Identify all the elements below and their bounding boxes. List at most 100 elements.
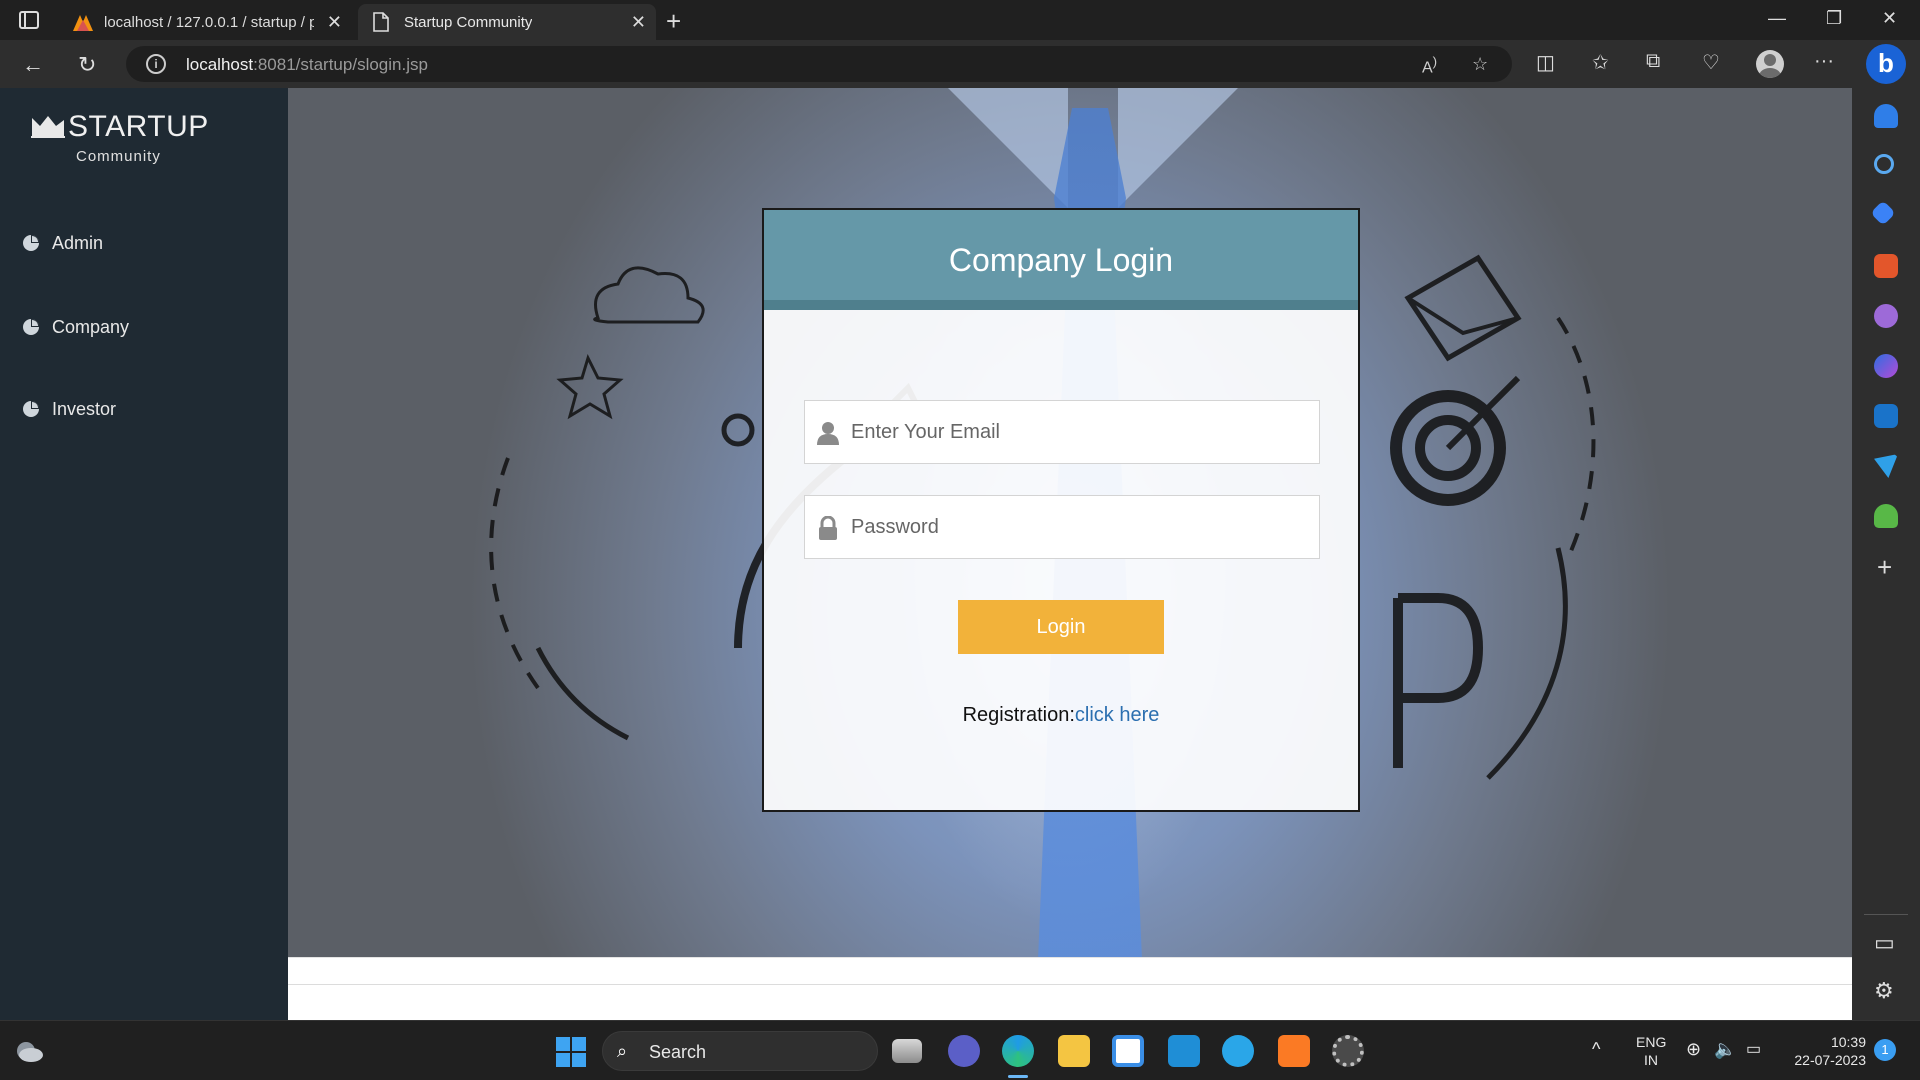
email-input[interactable]: [851, 401, 1311, 463]
hide-sidebar-icon[interactable]: ▭: [1874, 930, 1895, 956]
pie-chart-icon: [23, 401, 39, 417]
site-info-icon[interactable]: i: [146, 54, 166, 74]
pie-chart-icon: [23, 235, 39, 251]
sidebar-item-label: Admin: [52, 232, 104, 253]
minimize-icon[interactable]: —: [1768, 8, 1786, 29]
search-icon: ⌕: [617, 1041, 628, 1061]
microsoft-365-icon[interactable]: [1874, 354, 1898, 378]
language-indicator[interactable]: ENG IN: [1636, 1033, 1666, 1069]
start-windows-icon[interactable]: [556, 1037, 586, 1067]
microsoft-store-icon[interactable]: [1112, 1035, 1144, 1067]
taskbar-search[interactable]: ⌕ Search: [602, 1031, 878, 1071]
region-code: IN: [1644, 1052, 1658, 1068]
profile-avatar[interactable]: [1756, 50, 1784, 78]
outlook-icon[interactable]: [1874, 404, 1898, 428]
url-path: :8081/startup/slogin.jsp: [253, 55, 428, 74]
restore-icon[interactable]: ❐: [1826, 8, 1842, 29]
xampp-icon[interactable]: [1278, 1035, 1310, 1067]
pie-chart-icon: [23, 319, 39, 335]
logo-subtitle: Community: [76, 148, 161, 165]
close-tab-icon[interactable]: ✕: [327, 12, 342, 33]
teams-chat-icon[interactable]: [948, 1035, 980, 1067]
edge-browser-icon[interactable]: [1002, 1035, 1034, 1067]
close-window-icon[interactable]: ✕: [1882, 8, 1897, 29]
favorites-icon[interactable]: ✩: [1592, 50, 1609, 75]
show-hidden-icons-chevron-icon[interactable]: ^: [1592, 1039, 1600, 1060]
collections-icon[interactable]: ⧉: [1646, 50, 1660, 73]
sidebar-settings-gear-icon[interactable]: ⚙: [1874, 978, 1894, 1004]
password-input[interactable]: [851, 496, 1311, 558]
bing-copilot-icon[interactable]: b: [1866, 44, 1906, 84]
login-card: Company Login Login Registration:click h…: [762, 208, 1360, 812]
tools-icon[interactable]: [1874, 254, 1898, 278]
add-sidebar-app-icon[interactable]: +: [1877, 552, 1892, 583]
back-icon[interactable]: ←: [22, 52, 44, 78]
phpmyadmin-favicon-icon: [73, 15, 93, 31]
page-footer: [288, 957, 1852, 1020]
tree-icon[interactable]: [1874, 504, 1898, 528]
language-code: ENG: [1636, 1034, 1667, 1050]
footer-divider: [288, 984, 1852, 985]
windows-taskbar: ⌕ Search ^ ENG IN ⊕ 🔈 ▭ 10:39 22-07-2023…: [0, 1020, 1920, 1080]
sidebar-item-investor[interactable]: Investor: [22, 394, 116, 424]
notification-badge[interactable]: 1: [1874, 1039, 1896, 1061]
login-title: Company Login: [948, 242, 1174, 278]
tab-title: Startup Community: [404, 13, 533, 31]
read-aloud-icon[interactable]: A): [1422, 54, 1437, 77]
registration-label: Registration:: [962, 704, 1075, 726]
sidebar-divider: [1864, 914, 1908, 915]
active-app-indicator: [1008, 1075, 1028, 1078]
password-field[interactable]: [804, 495, 1320, 559]
tab-startup-community[interactable]: Startup Community ✕: [358, 4, 656, 40]
mysql-workbench-icon[interactable]: [1168, 1035, 1200, 1067]
clock[interactable]: 10:39 22-07-2023: [1782, 1033, 1866, 1069]
edge-sidebar: + ▭ ⚙: [1852, 88, 1920, 1020]
email-field[interactable]: [804, 400, 1320, 464]
notifications-icon[interactable]: [1874, 104, 1898, 128]
browser-essentials-icon[interactable]: ♡: [1702, 50, 1720, 75]
split-screen-icon[interactable]: ◫: [1536, 50, 1555, 75]
refresh-icon[interactable]: ↻: [78, 52, 96, 78]
sidebar-item-admin[interactable]: Admin: [22, 228, 103, 258]
task-view-icon[interactable]: [892, 1039, 922, 1063]
weather-cloud-icon[interactable]: [14, 1037, 44, 1065]
sidebar-item-company[interactable]: Company: [22, 312, 129, 342]
new-tab-icon[interactable]: +: [666, 6, 681, 37]
login-button[interactable]: Login: [958, 600, 1164, 654]
address-bar[interactable]: i localhost:8081/startup/slogin.jsp A) ☆: [126, 46, 1512, 82]
sidebar-item-label: Investor: [52, 398, 117, 419]
registration-line: Registration:click here: [764, 704, 1358, 727]
user-icon: [817, 422, 839, 445]
volume-icon[interactable]: 🔈: [1714, 1039, 1736, 1060]
sidebar-item-label: Company: [52, 316, 130, 337]
settings-gear-icon[interactable]: [1332, 1035, 1364, 1067]
logo-title: STARTUP: [68, 110, 209, 143]
tab-actions-icon[interactable]: [18, 9, 40, 31]
clock-time: 10:39: [1830, 1034, 1866, 1050]
chart-logo-icon: [31, 116, 65, 138]
network-globe-icon[interactable]: ⊕: [1686, 1039, 1701, 1060]
lock-icon: [819, 516, 837, 540]
web-page: STARTUP Community Admin Company Investor…: [0, 88, 1852, 1020]
registration-link[interactable]: click here: [1075, 704, 1159, 726]
browser-toolbar: ← ↻ i localhost:8081/startup/slogin.jsp …: [0, 40, 1920, 88]
tab-title: localhost / 127.0.0.1 / startup / p: [104, 13, 314, 31]
send-icon[interactable]: [1874, 454, 1898, 478]
games-icon[interactable]: [1874, 304, 1898, 328]
battery-icon[interactable]: ▭: [1746, 1039, 1761, 1059]
file-explorer-icon[interactable]: [1058, 1035, 1090, 1067]
close-tab-icon[interactable]: ✕: [631, 12, 646, 33]
app-sidebar: STARTUP Community Admin Company Investor: [0, 88, 288, 1020]
more-options-icon[interactable]: ···: [1814, 50, 1834, 73]
url-host: localhost: [186, 55, 254, 74]
shopping-tag-icon[interactable]: [1870, 200, 1896, 226]
tab-phpmyadmin[interactable]: localhost / 127.0.0.1 / startup / p ✕: [62, 4, 352, 40]
clock-date: 22-07-2023: [1794, 1052, 1866, 1068]
favorite-star-icon[interactable]: ☆: [1472, 54, 1488, 75]
search-icon[interactable]: [1874, 154, 1894, 174]
help-icon[interactable]: [1222, 1035, 1254, 1067]
page-favicon-icon: [373, 12, 389, 32]
login-card-header: Company Login: [764, 210, 1358, 310]
taskbar-search-label: Search: [649, 1042, 707, 1062]
url-text[interactable]: localhost:8081/startup/slogin.jsp: [186, 55, 428, 75]
